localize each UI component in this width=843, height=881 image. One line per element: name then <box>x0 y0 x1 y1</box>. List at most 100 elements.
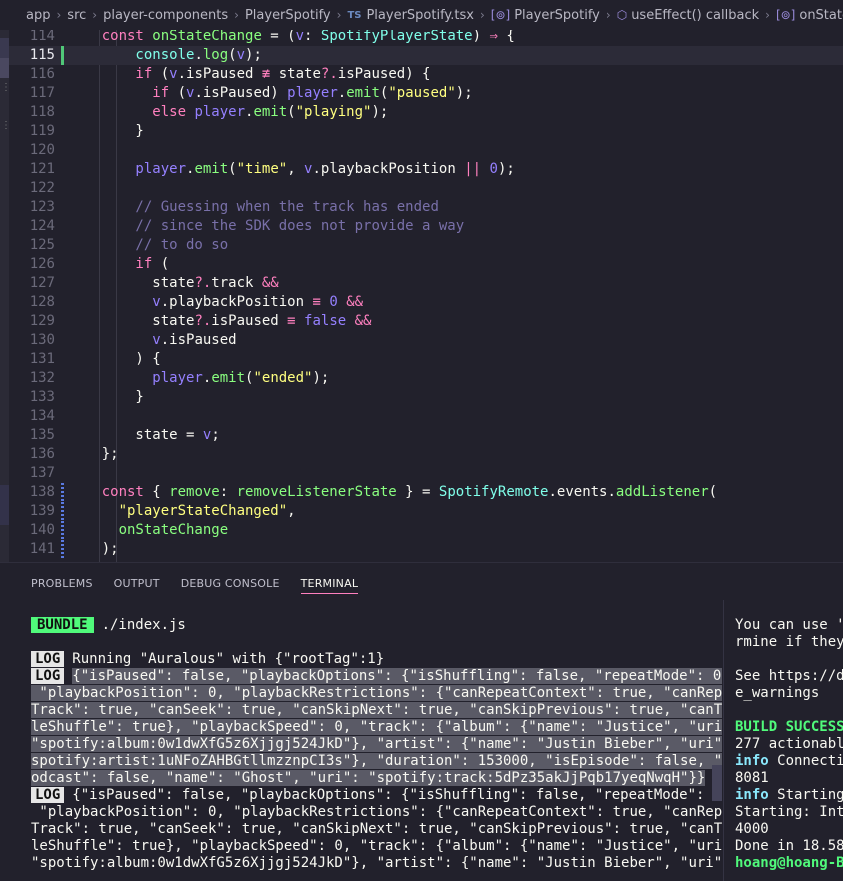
line-number: 116 <box>29 66 55 82</box>
chevron-right-icon: › <box>605 8 611 22</box>
code-text: } <box>118 389 144 405</box>
chevron-right-icon: › <box>92 8 98 22</box>
breadcrumb-file[interactable]: TS PlayerSpotify.tsx <box>347 8 474 23</box>
breadcrumb-symbol-callback[interactable]: ⬡ useEffect() callback <box>617 8 759 23</box>
code-line[interactable]: 136 }; <box>9 445 843 464</box>
terminal-text: odcast": false, "name": "Ghost", "uri": … <box>31 770 706 786</box>
terminal-text: leShuffle": true}, "playbackSpeed": 0, "… <box>31 719 722 735</box>
breadcrumb-label: PlayerSpotify <box>244 7 331 23</box>
code-line[interactable]: 139 "playerStateChanged", <box>9 502 843 521</box>
terminal-text: "spotify:album:0w1dwXfG5z6Xjjgj524JkD"},… <box>31 855 722 871</box>
line-number: 129 <box>29 313 55 329</box>
code-text: // to do so <box>118 237 229 253</box>
line-number: 134 <box>29 408 55 424</box>
code-line[interactable]: 125 // to do so <box>9 236 843 255</box>
code-line[interactable]: 134 <box>9 407 843 426</box>
terminal-line: "playbackPosition": 0, "playbackRestrict… <box>31 685 722 702</box>
sidebar-selection-mark <box>0 38 9 58</box>
tab-output[interactable]: OUTPUT <box>114 577 160 594</box>
code-line[interactable]: 126 if ( <box>9 255 843 274</box>
tab-terminal[interactable]: TERMINAL <box>300 577 359 594</box>
code-text: v.isPaused <box>118 332 237 348</box>
code-line[interactable]: 127 state?.track && <box>9 274 843 293</box>
tab-debug-console[interactable]: DEBUG CONSOLE <box>181 577 280 594</box>
code-line[interactable]: 130 v.isPaused <box>9 331 843 350</box>
breadcrumb-player-components[interactable]: player-components <box>103 8 228 23</box>
breadcrumb-src[interactable]: src <box>67 8 86 23</box>
git-added-marker <box>61 540 64 559</box>
breadcrumb-app[interactable]: app <box>26 8 50 23</box>
code-text: if (v.isPaused) player.emit("paused"); <box>118 85 473 101</box>
code-line[interactable]: 119 } <box>9 122 843 141</box>
tab-problems[interactable]: PROBLEMS <box>31 577 93 594</box>
code-line[interactable]: 121 player.emit("time", v.playbackPositi… <box>9 160 843 179</box>
line-number: 124 <box>29 218 55 234</box>
code-line[interactable]: 128 v.playbackPosition ≡ 0 && <box>9 293 843 312</box>
variable-icon: [⊚] <box>490 8 511 22</box>
terminal-line: e_warnings <box>735 685 820 701</box>
line-number: 132 <box>29 370 55 386</box>
terminal-scrollbar[interactable] <box>712 765 722 801</box>
terminal-text: leShuffle": true}, "playbackSpeed": 0, "… <box>31 838 722 854</box>
chevron-right-icon: › <box>234 8 239 22</box>
code-line[interactable]: 120 <box>9 141 843 160</box>
log-badge: LOG <box>31 668 65 684</box>
code-line[interactable]: 141 ); <box>9 540 843 559</box>
code-line[interactable]: 116 if (v.isPaused ≢ state?.isPaused) { <box>9 65 843 84</box>
code-line[interactable]: 122 <box>9 179 843 198</box>
code-text: "playerStateChanged", <box>101 503 296 519</box>
line-number: 119 <box>29 123 55 139</box>
breadcrumb-folder[interactable]: PlayerSpotify <box>245 8 331 23</box>
code-line[interactable]: 123 // Guessing when the track has ended <box>9 198 843 217</box>
code-line[interactable]: 131 ) { <box>9 350 843 369</box>
code-line[interactable]: 138 const { remove: removeListenerState … <box>9 483 843 502</box>
terminal-line: 277 actionable <box>735 736 843 752</box>
terminal-text: Track": true, "canSeek": true, "canSkipN… <box>31 702 722 718</box>
breadcrumb-symbol-onstatechange[interactable]: [⊚]onStateChange <box>776 8 843 23</box>
code-line[interactable]: 114 const onStateChange = (v: SpotifyPla… <box>9 30 843 46</box>
terminal-text: "spotify:album:0w1dwXfG5z6Xjjgj524JkD"},… <box>31 736 722 752</box>
terminal-line: Track": true, "canSeek": true, "canSkipN… <box>31 702 722 719</box>
breadcrumb-label: useEffect() callback <box>631 7 760 23</box>
line-number: 122 <box>29 180 55 196</box>
breadcrumb-symbol-component[interactable]: [⊚] PlayerSpotify <box>491 8 600 23</box>
code-line[interactable]: 115 console.log(v); <box>9 46 843 65</box>
code-text: const onStateChange = (v: SpotifyPlayerS… <box>101 30 515 44</box>
log-badge: LOG <box>31 651 65 667</box>
terminal-line: rmine if they <box>735 634 843 650</box>
terminal-line: LOG Running "Auralous" with {"rootTag":1} <box>31 651 384 668</box>
code-text: state?.track && <box>118 275 279 291</box>
code-line[interactable]: 140 onStateChange <box>9 521 843 540</box>
chevron-right-icon: › <box>56 8 62 22</box>
code-line[interactable]: 117 if (v.isPaused) player.emit("paused"… <box>9 84 843 103</box>
terminal-pane[interactable]: BUNDLE ./index.js LOG Running "Auralous" w… <box>0 600 722 881</box>
code-text: state?.isPaused ≡ false && <box>118 313 372 329</box>
terminal-line: 8081 <box>735 770 769 786</box>
terminal-line: Track": true, "canSeek": true, "canSkipN… <box>31 821 722 838</box>
code-line[interactable]: 137 <box>9 464 843 483</box>
code-text: state = v; <box>118 427 220 443</box>
code-line[interactable]: 124 // since the SDK does not provide a … <box>9 217 843 236</box>
terminal-line: Starting: Inte <box>735 804 843 820</box>
git-added-marker <box>61 502 64 521</box>
code-line[interactable]: 118 else player.emit("playing"); <box>9 103 843 122</box>
code-text: v.playbackPosition ≡ 0 && <box>118 294 364 310</box>
code-line[interactable]: 132 player.emit("ended"); <box>9 369 843 388</box>
code-text: if (v.isPaused ≢ state?.isPaused) { <box>118 66 431 82</box>
code-line[interactable]: 133 } <box>9 388 843 407</box>
terminal-pane-2[interactable]: You can use '- rmine if they See https://d… <box>723 600 843 881</box>
code-line[interactable]: 135 state = v; <box>9 426 843 445</box>
sidebar-selection-mark <box>0 58 9 78</box>
terminal-text: {"isPaused": false, "playbackOptions": {… <box>72 668 722 684</box>
chevron-right-icon: › <box>765 8 770 22</box>
git-modified-marker <box>61 46 64 65</box>
sidebar-edge: ⋮ ⋮ <box>0 30 11 570</box>
breadcrumb-label: PlayerSpotify <box>514 7 600 23</box>
terminal-line: 4000 <box>735 821 769 837</box>
terminal-line: odcast": false, "name": "Ghost", "uri": … <box>31 770 706 787</box>
code-editor[interactable]: 114 const onStateChange = (v: SpotifyPla… <box>9 30 843 562</box>
line-number: 138 <box>29 484 55 500</box>
variable-icon: [⊚] <box>775 8 796 22</box>
code-line[interactable]: 129 state?.isPaused ≡ false && <box>9 312 843 331</box>
